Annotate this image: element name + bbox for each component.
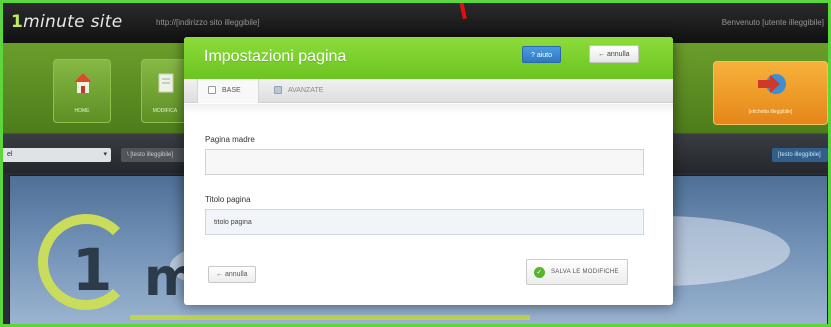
brand-underline	[130, 315, 530, 320]
nav-orange-tile[interactable]: [etichetta illeggibile]	[713, 61, 828, 125]
page-icon	[158, 73, 174, 93]
dialog-header: Impostazioni pagina ? aiuto ← annulla	[184, 37, 673, 79]
chevron-down-icon: ▾	[103, 151, 107, 158]
site-url[interactable]: http://[indirizzo sito illeggibile]	[156, 18, 260, 27]
parent-page-label: Pagina madre	[205, 135, 255, 144]
tabs-shadow	[184, 104, 673, 114]
toolbar-right-button[interactable]: [testo illeggibile]	[772, 148, 828, 162]
nav-pages-label: MODIFICA	[152, 108, 178, 114]
app-logo[interactable]: 1minute site	[11, 12, 123, 32]
save-changes-button[interactable]: ✓ SALVA LE MODIFICHE	[526, 259, 628, 285]
cancel-button[interactable]: ← annulla	[208, 266, 256, 283]
settings-icon	[274, 86, 282, 95]
brand-number: 1	[72, 236, 113, 304]
toolbar-button[interactable]: \ [testo illeggibile]	[121, 148, 191, 162]
toolbar-select[interactable]: el ▾	[3, 148, 111, 162]
toolbar-select-value: el	[7, 151, 13, 158]
logo-number: 1	[11, 12, 24, 32]
check-icon: ✓	[534, 267, 545, 278]
logo-text: minute site	[23, 12, 123, 32]
home-icon	[74, 73, 92, 93]
tab-advanced-label: AVANZATE	[288, 87, 324, 94]
tab-base-label: BASE	[222, 87, 241, 94]
screenshot-frame: 1minute site http://[indirizzo sito ille…	[0, 0, 831, 327]
parent-page-field[interactable]	[205, 149, 644, 175]
tab-advanced[interactable]: AVANZATE	[274, 79, 323, 103]
dialog-tabs: BASE AVANZATE	[184, 79, 673, 103]
arrow-globe-icon	[758, 74, 786, 94]
user-info[interactable]: Benvenuto [utente illeggibile]	[722, 18, 824, 27]
page-title-label: Titolo pagina	[205, 195, 251, 204]
page-title-field[interactable]	[205, 209, 644, 235]
nav-home-tile[interactable]: HOME	[53, 59, 111, 123]
dialog-title: Impostazioni pagina	[204, 48, 347, 65]
nav-orange-label: [etichetta illeggibile]	[748, 109, 793, 115]
save-changes-label: SALVA LE MODIFICHE	[551, 269, 619, 275]
tab-base[interactable]: BASE	[197, 79, 259, 103]
help-button[interactable]: ? aiuto	[522, 46, 562, 63]
cancel-header-button[interactable]: ← annulla	[589, 45, 639, 63]
nav-pages-tile[interactable]: MODIFICA	[141, 59, 189, 123]
page-settings-dialog: Impostazioni pagina ? aiuto ← annulla BA…	[184, 37, 673, 305]
page-icon	[208, 86, 216, 95]
nav-home-label: HOME	[74, 108, 90, 114]
